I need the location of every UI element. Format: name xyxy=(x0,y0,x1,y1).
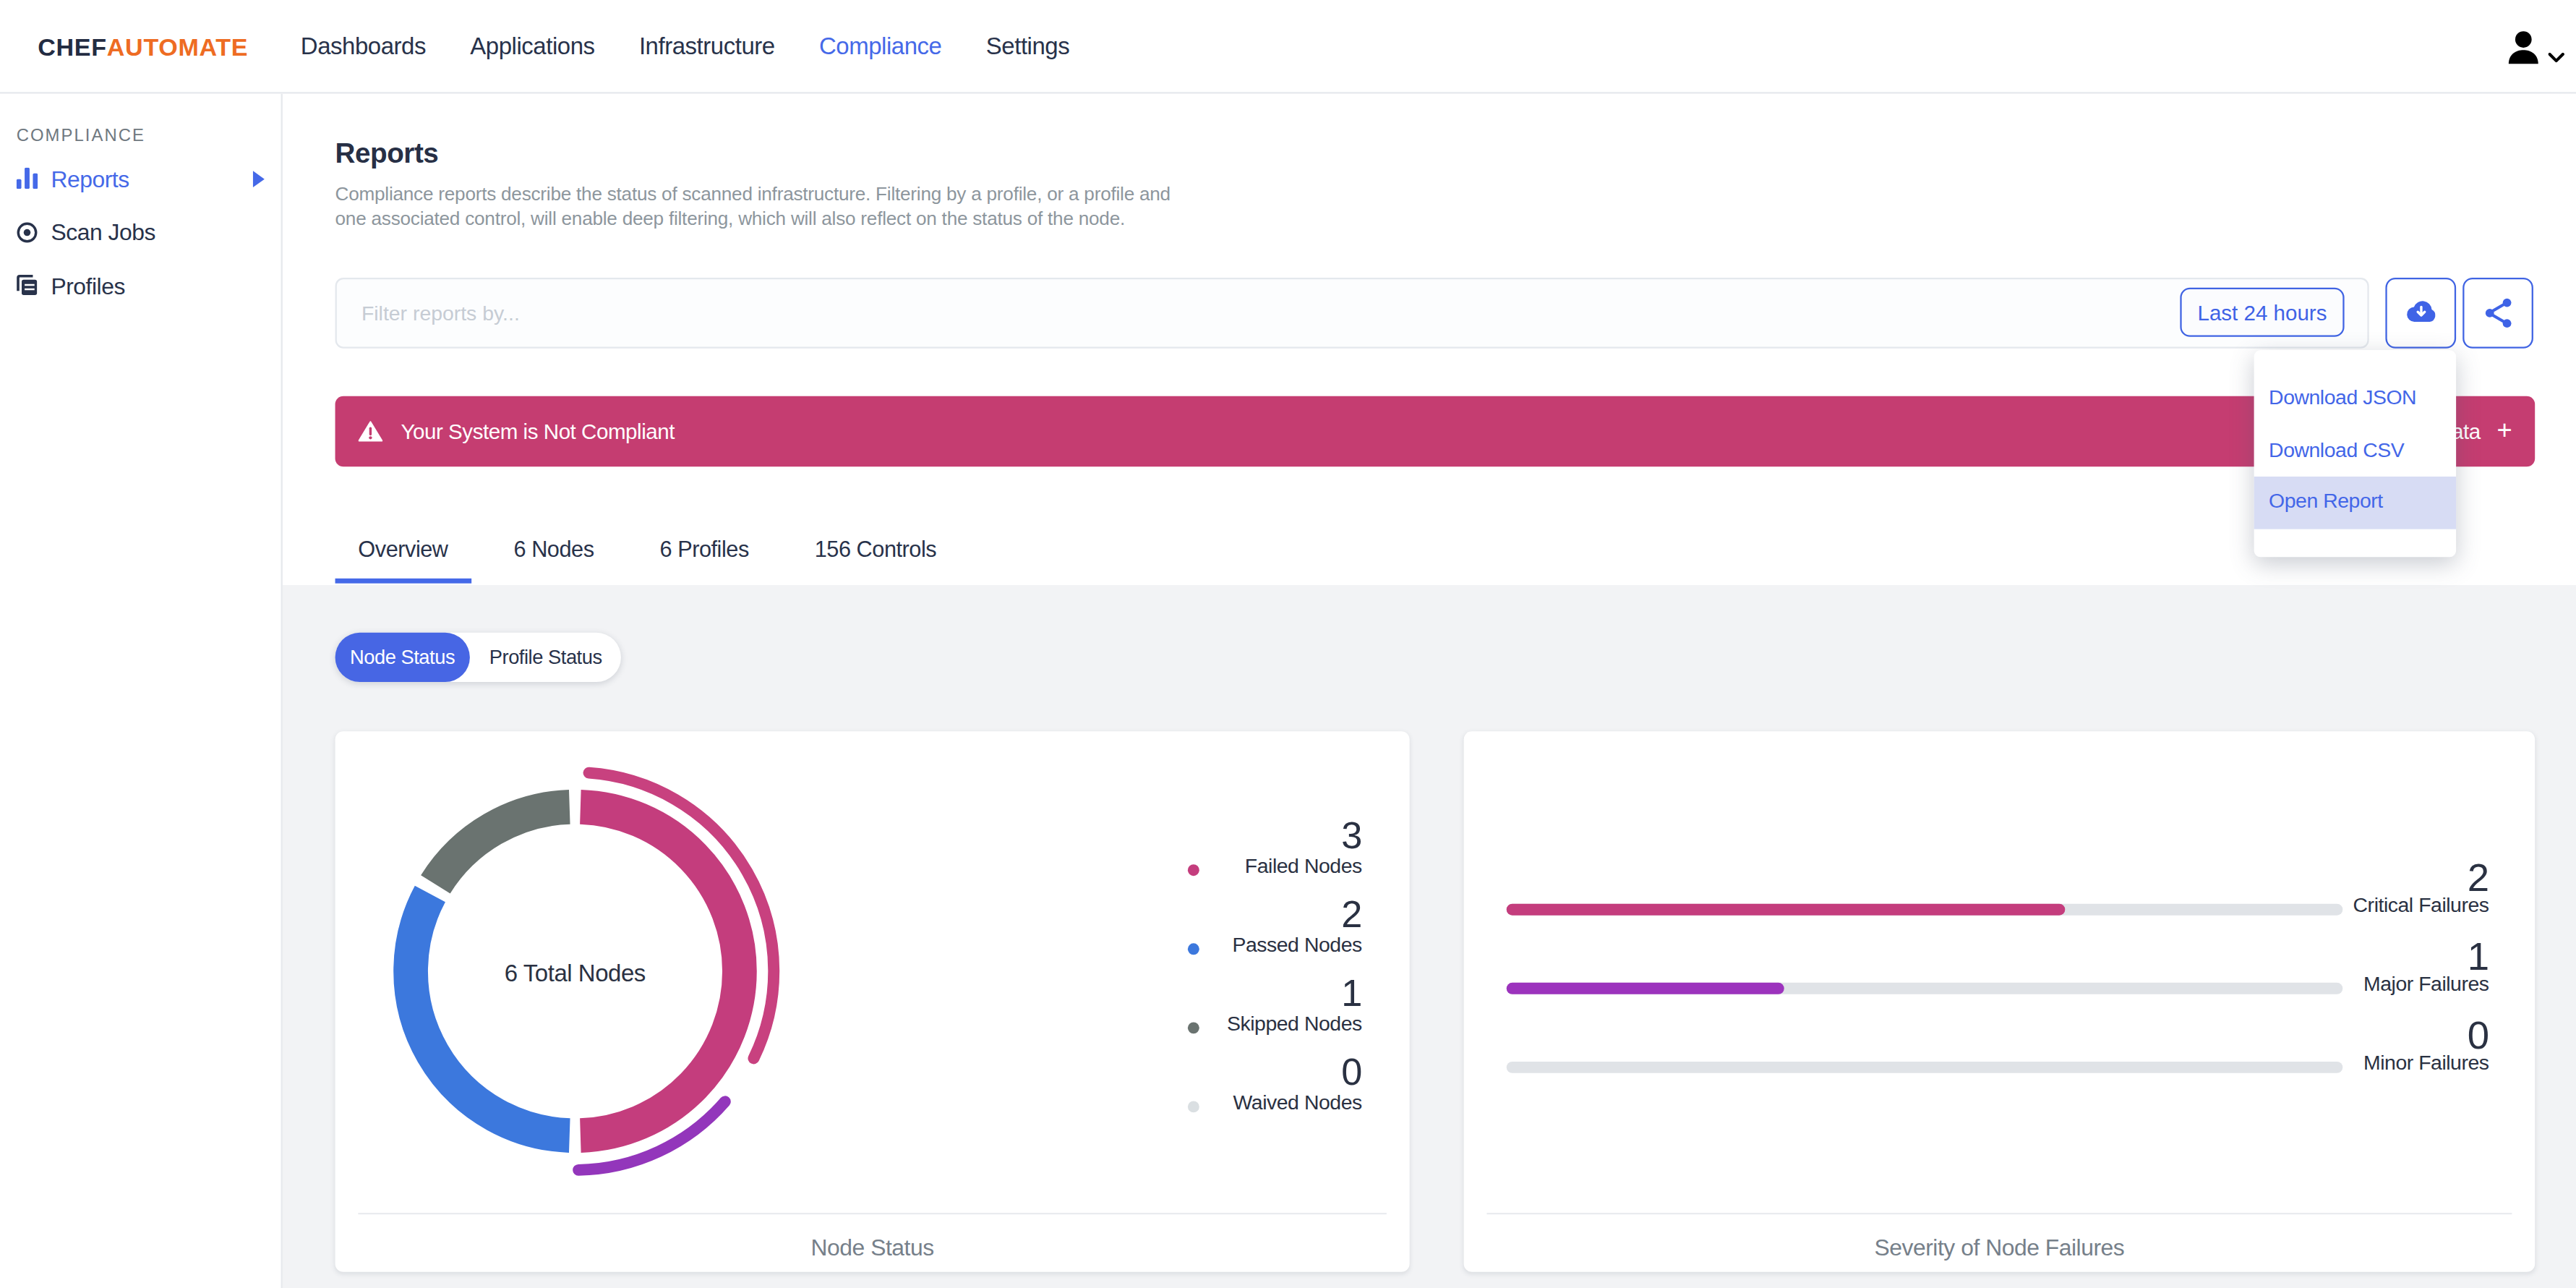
sidebar-item-reports[interactable]: Reports xyxy=(0,151,283,205)
sidebar-section-label: COMPLIANCE xyxy=(17,125,145,145)
failed-count: 3 xyxy=(1181,816,1362,853)
sidebar-item-profiles[interactable]: Profiles xyxy=(0,258,283,312)
share-button[interactable] xyxy=(2462,277,2533,348)
filter-bar xyxy=(335,278,2369,349)
tab-profiles[interactable]: 6 Profiles xyxy=(637,536,772,584)
nav-applications[interactable]: Applications xyxy=(470,33,594,59)
card-footer-label: Severity of Node Failures xyxy=(1464,1234,2536,1261)
chef-automate-logo[interactable]: CHEFAUTOMATE xyxy=(38,0,248,92)
critical-label: Critical Failures xyxy=(2353,894,2489,917)
nav-compliance[interactable]: Compliance xyxy=(819,33,941,59)
legend-item-waived: 0 Waived Nodes xyxy=(1181,1054,1362,1118)
tab-overview[interactable]: Overview xyxy=(335,536,471,584)
waived-count: 0 xyxy=(1181,1054,1362,1090)
donut-center-label: 6 Total Nodes xyxy=(364,960,785,986)
sidebar: COMPLIANCE Reports Scan Jobs Profiles xyxy=(0,94,283,1288)
logo-chef: CHEF xyxy=(38,32,107,60)
chevron-down-icon[interactable] xyxy=(2548,41,2564,71)
critical-track xyxy=(1507,903,2343,915)
sidebar-item-label: Scan Jobs xyxy=(51,218,155,244)
sidebar-item-label: Profiles xyxy=(51,272,124,298)
download-menu: Download JSON Download CSV Open Report xyxy=(2254,350,2456,557)
tab-nodes[interactable]: 6 Nodes xyxy=(491,536,617,584)
download-button[interactable] xyxy=(2385,277,2456,348)
card-footer-divider xyxy=(1486,1212,2512,1214)
expand-arrow-icon[interactable] xyxy=(253,170,265,187)
scan-target-icon xyxy=(17,221,38,243)
critical-count: 2 xyxy=(2353,858,2489,897)
tab-controls[interactable]: 156 Controls xyxy=(792,536,959,584)
node-status-card: 6 Total Nodes 3 Failed Nodes 2 Passed No… xyxy=(335,731,1410,1272)
nav-settings[interactable]: Settings xyxy=(986,33,1069,59)
skipped-label: Skipped Nodes xyxy=(1181,1010,1362,1038)
menu-item-download-csv[interactable]: Download CSV xyxy=(2254,425,2456,477)
skipped-count: 1 xyxy=(1181,974,1362,1010)
share-icon xyxy=(2483,297,2513,328)
time-range-button[interactable]: Last 24 hours xyxy=(2180,288,2344,337)
warning-icon xyxy=(358,420,382,442)
failed-dot-icon xyxy=(1188,864,1199,876)
page-title: Reports xyxy=(335,138,439,171)
compliance-banner: Your System is Not Compliant Report Meta… xyxy=(335,395,2536,466)
filter-input[interactable] xyxy=(337,279,2368,346)
major-label: Major Failures xyxy=(2363,973,2489,997)
legend-item-failed: 3 Failed Nodes xyxy=(1181,816,1362,881)
sidebar-item-scan-jobs[interactable]: Scan Jobs xyxy=(0,205,283,259)
severity-card: 2 Critical Failures 1 Major Failures 0 M… xyxy=(1464,731,2536,1272)
critical-failures-row: 2 Critical Failures xyxy=(1507,858,2489,937)
minor-failures-row: 0 Minor Failures xyxy=(1507,1016,2489,1095)
menu-item-open-report[interactable]: Open Report xyxy=(2254,477,2456,529)
page-description: Compliance reports describe the status o… xyxy=(335,182,1171,230)
waived-label: Waived Nodes xyxy=(1181,1090,1362,1118)
waived-dot-icon xyxy=(1188,1101,1199,1112)
toggle-node-status[interactable]: Node Status xyxy=(335,633,470,682)
nav-infrastructure[interactable]: Infrastructure xyxy=(639,33,775,59)
sidebar-item-label: Reports xyxy=(51,165,129,191)
major-fill xyxy=(1507,982,1785,994)
passed-dot-icon xyxy=(1188,943,1199,955)
minor-track xyxy=(1507,1062,2343,1073)
skipped-dot-icon xyxy=(1188,1022,1199,1033)
passed-label: Passed Nodes xyxy=(1181,931,1362,960)
expand-plus-icon[interactable]: + xyxy=(2497,416,2512,445)
main-content: Reports Compliance reports describe the … xyxy=(283,94,2576,1288)
critical-fill xyxy=(1507,903,2064,915)
logo-automate: AUTOMATE xyxy=(107,32,248,60)
legend-item-passed: 2 Passed Nodes xyxy=(1181,895,1362,960)
bar-chart-icon xyxy=(17,168,38,189)
minor-count: 0 xyxy=(2363,1016,2489,1056)
legend-item-skipped: 1 Skipped Nodes xyxy=(1181,974,1362,1038)
card-footer-label: Node Status xyxy=(335,1234,1410,1261)
donut-legend: 3 Failed Nodes 2 Passed Nodes 1 Skipped … xyxy=(1181,816,1362,1132)
report-tabs: Overview 6 Nodes 6 Profiles 156 Controls xyxy=(335,536,959,584)
cloud-download-icon xyxy=(2402,299,2439,325)
major-track xyxy=(1507,982,2343,994)
profiles-doc-icon xyxy=(17,274,38,296)
nav-dashboards[interactable]: Dashboards xyxy=(301,33,426,59)
banner-message: Your System is Not Compliant xyxy=(401,418,675,443)
card-footer-divider xyxy=(358,1212,1386,1214)
passed-count: 2 xyxy=(1181,895,1362,931)
minor-label: Minor Failures xyxy=(2363,1052,2489,1075)
status-toggle: Node Status Profile Status xyxy=(335,633,622,682)
top-nav: CHEFAUTOMATE Dashboards Applications Inf… xyxy=(0,0,2576,94)
major-count: 1 xyxy=(2363,937,2489,977)
menu-item-download-json[interactable]: Download JSON xyxy=(2254,373,2456,425)
failed-label: Failed Nodes xyxy=(1181,853,1362,881)
toggle-profile-status[interactable]: Profile Status xyxy=(470,646,622,669)
user-icon[interactable] xyxy=(2507,28,2540,71)
major-failures-row: 1 Major Failures xyxy=(1507,937,2489,1016)
main-nav: Dashboards Applications Infrastructure C… xyxy=(301,0,1069,92)
